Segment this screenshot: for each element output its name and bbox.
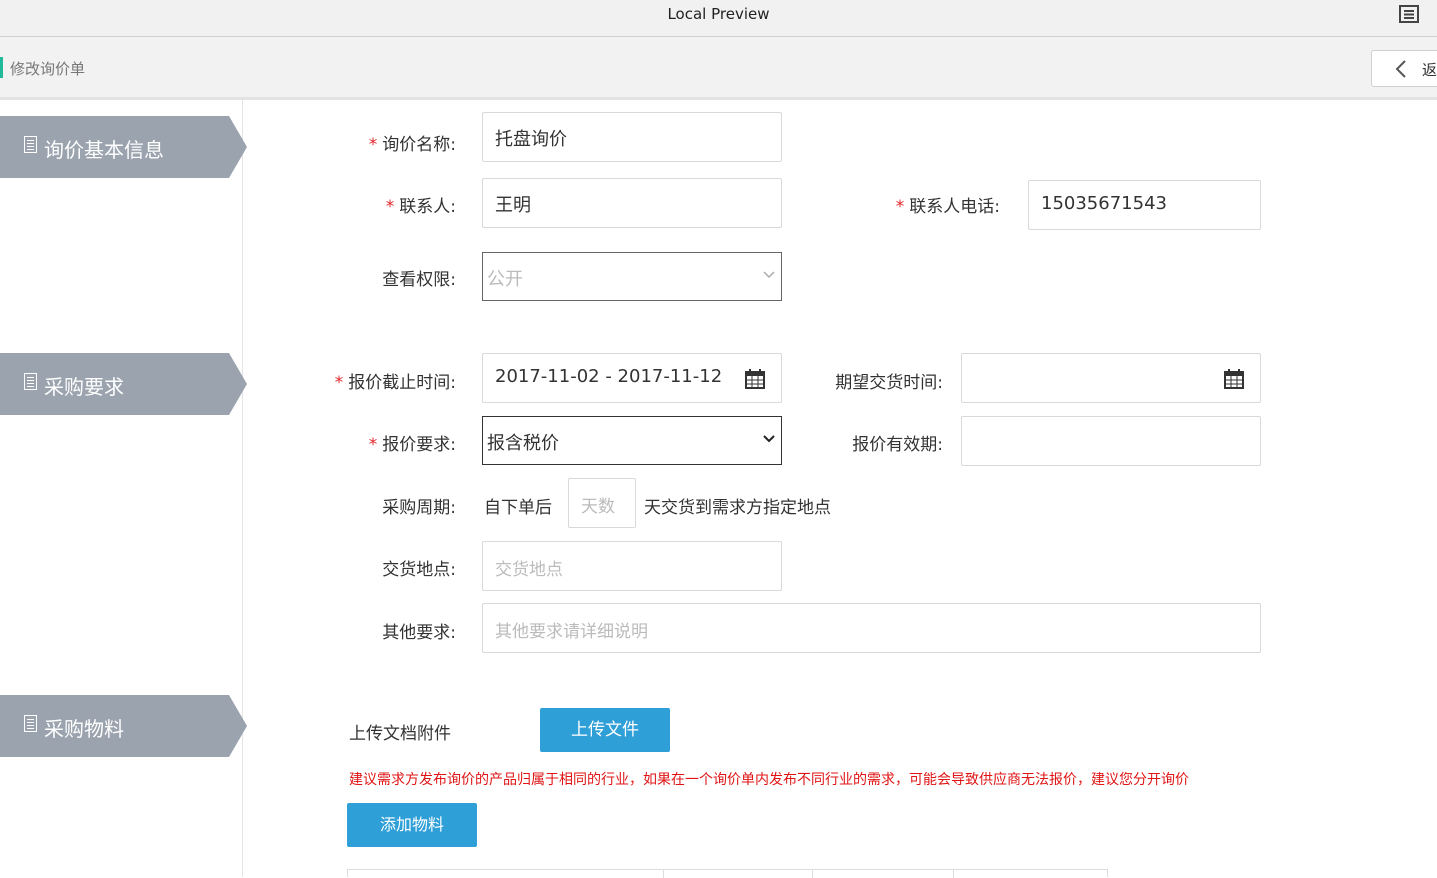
contact-phone-label: * 联系人电话:	[895, 197, 1000, 217]
window-title: Local Preview	[667, 5, 770, 23]
back-button[interactable]: 返回	[1371, 50, 1437, 87]
sidebar: 询价基本信息 采购要求 采购物料	[0, 100, 247, 877]
materials-table-header	[347, 869, 1108, 878]
contact-label: * 联系人:	[385, 197, 456, 217]
chevron-down-icon	[763, 435, 775, 443]
quote-requirement-value: 报含税价	[487, 433, 559, 454]
add-material-button[interactable]: 添加物料	[347, 803, 477, 847]
purchase-cycle-prefix: 自下单后	[484, 498, 552, 518]
document-icon	[24, 373, 37, 390]
page-title: 修改询价单	[10, 60, 86, 78]
calendar-icon[interactable]	[1224, 369, 1244, 389]
upload-attachment-label: 上传文档附件	[349, 724, 451, 744]
delivery-place-label: 交货地点:	[382, 560, 456, 580]
calendar-icon[interactable]	[745, 369, 765, 389]
purchase-cycle-days-input[interactable]: 天数	[568, 478, 636, 528]
quote-requirement-select[interactable]: 报含税价	[482, 416, 782, 465]
section-tab-requirements[interactable]: 采购要求	[0, 353, 247, 415]
inquiry-name-input[interactable]: 托盘询价	[482, 112, 782, 162]
purchase-cycle-suffix: 天交货到需求方指定地点	[644, 498, 831, 518]
quote-requirement-label: * 报价要求:	[368, 435, 456, 455]
quote-validity-input[interactable]	[961, 416, 1261, 466]
quote-validity-label: 报价有效期:	[852, 435, 943, 455]
section-tab-label: 采购物料	[44, 717, 124, 741]
expected-delivery-label: 期望交货时间:	[835, 373, 943, 393]
upload-file-button[interactable]: 上传文件	[540, 708, 670, 752]
inquiry-name-label: * 询价名称:	[368, 135, 456, 155]
visibility-value: 公开	[487, 269, 523, 290]
other-requirements-input[interactable]: 其他要求请详细说明	[482, 603, 1261, 653]
section-tab-label: 采购要求	[44, 375, 124, 399]
contact-phone-input[interactable]: 15035671543	[1028, 180, 1261, 230]
other-requirements-label: 其他要求:	[382, 623, 456, 643]
title-accent-bar	[0, 57, 3, 78]
industry-warning-text: 建议需求方发布询价的产品归属于相同的行业，如果在一个询价单内发布不同行业的需求，…	[349, 772, 1189, 788]
delivery-place-input[interactable]: 交货地点	[482, 541, 782, 591]
section-tab-basic[interactable]: 询价基本信息	[0, 116, 247, 178]
page-header: 修改询价单 返回	[0, 37, 1437, 100]
purchase-cycle-label: 采购周期:	[382, 498, 456, 518]
section-tab-materials[interactable]: 采购物料	[0, 695, 247, 757]
visibility-label: 查看权限:	[382, 270, 456, 290]
list-icon[interactable]	[1399, 5, 1419, 23]
visibility-select[interactable]: 公开	[482, 252, 782, 301]
quote-deadline-label: * 报价截止时间:	[334, 373, 456, 393]
document-icon	[24, 715, 37, 732]
quote-deadline-value: 2017-11-02 - 2017-11-12	[495, 366, 723, 387]
expected-delivery-input[interactable]	[961, 353, 1261, 403]
contact-input[interactable]: 王明	[482, 178, 782, 228]
back-button-label: 返回	[1422, 61, 1437, 79]
chevron-down-icon	[763, 271, 775, 279]
document-icon	[24, 136, 37, 153]
section-tab-label: 询价基本信息	[44, 138, 164, 162]
window-titlebar: Local Preview	[0, 0, 1437, 37]
quote-deadline-input[interactable]: 2017-11-02 - 2017-11-12	[482, 353, 782, 403]
chevron-left-icon	[1395, 60, 1406, 78]
